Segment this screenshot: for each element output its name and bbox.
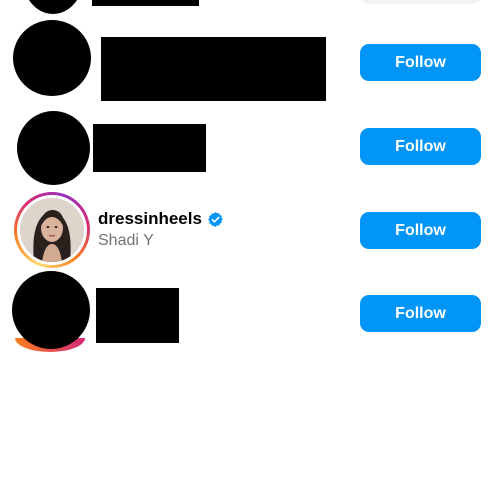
redacted-username: [92, 0, 199, 6]
full-name: Shadi Y: [98, 232, 154, 249]
redacted-account-info: [101, 37, 326, 101]
follow-button-partial[interactable]: [360, 0, 481, 4]
follow-button[interactable]: Follow: [360, 128, 481, 165]
username[interactable]: dressinheels: [98, 209, 224, 229]
avatar-redacted[interactable]: [17, 111, 90, 185]
story-ring-avatar[interactable]: [14, 192, 90, 268]
follow-button[interactable]: Follow: [360, 44, 481, 81]
avatar-redacted[interactable]: [12, 271, 90, 349]
avatar-redacted: [22, 0, 84, 14]
redacted-account-info: [96, 288, 179, 343]
follow-button[interactable]: Follow: [360, 295, 481, 332]
profile-photo: [20, 198, 84, 262]
verified-badge-icon: [208, 211, 223, 227]
avatar: [20, 198, 84, 262]
username-text: dressinheels: [98, 209, 202, 228]
avatar-redacted[interactable]: [13, 20, 91, 96]
redacted-account-info: [93, 124, 206, 172]
follow-button[interactable]: Follow: [360, 212, 481, 249]
